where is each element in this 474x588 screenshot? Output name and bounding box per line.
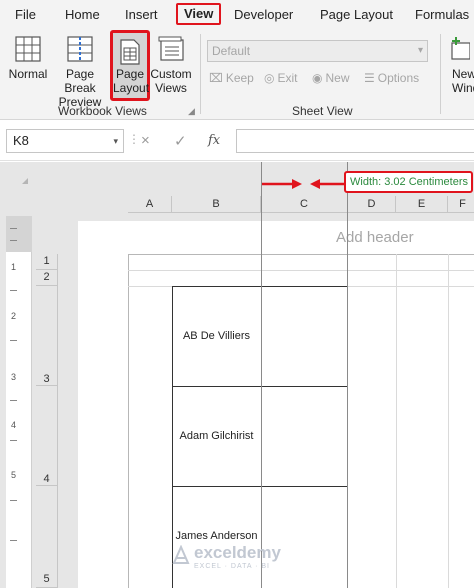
ruler-number: 1 [11, 262, 17, 272]
tab-view[interactable]: View [176, 3, 222, 25]
formula-input[interactable] [236, 129, 474, 153]
ruler-tick [10, 440, 17, 441]
ruler-number: 4 [11, 420, 17, 430]
page-break-preview-button[interactable]: Page Break Preview [51, 30, 109, 109]
column-header-d[interactable]: D [348, 196, 396, 213]
new-window-label: New Windo [452, 67, 474, 95]
tab-home[interactable]: Home [65, 0, 100, 30]
cell-b4-value: Adam Gilchirist [179, 430, 254, 442]
sheet-view-select[interactable]: Default ▾ [207, 40, 428, 62]
tab-page-layout[interactable]: Page Layout [320, 0, 393, 30]
ruler-number: 3 [11, 372, 17, 382]
column-header-c[interactable]: C [261, 196, 348, 213]
chevron-down-icon: ▾ [113, 136, 118, 146]
enter-icon[interactable]: ✓ [174, 132, 187, 150]
column-header-b[interactable]: B [172, 196, 261, 213]
exit-label: Exit [277, 71, 298, 85]
insert-function-icon[interactable]: fx [208, 133, 220, 148]
cell-c3[interactable] [261, 286, 348, 387]
page-break-preview-icon [66, 35, 94, 68]
group-separator [200, 34, 201, 114]
formula-bar: K8 ▾ ⋮ × ✓ fx [0, 121, 474, 161]
page-break-preview-label: Page Break Preview [58, 67, 102, 109]
ruler-margin-shade [6, 216, 32, 252]
custom-views-label: Custom Views [150, 67, 192, 95]
ribbon: Normal Page Break Preview Page Layout Cu… [0, 30, 474, 120]
custom-views-icon [157, 35, 185, 68]
row-header-2[interactable]: 2 [36, 270, 58, 286]
gridline [448, 254, 449, 588]
cell-c5[interactable] [261, 486, 348, 588]
ruler-tick [10, 228, 17, 229]
page-layout-button[interactable]: Page Layout [110, 30, 150, 101]
vertical-ruler [6, 216, 32, 588]
ruler-number: 5 [11, 470, 17, 480]
ribbon-tab-bar: File Home Insert View Developer Page Lay… [0, 0, 474, 30]
exit-icon: ◎ [264, 71, 275, 85]
column-resize-guide [347, 162, 348, 588]
chevron-down-icon: ▾ [417, 45, 423, 56]
cell-b5-value: James Anderson [175, 530, 258, 542]
cell-b3-value: AB De Villiers [182, 330, 251, 342]
keep-icon: ⌧ [209, 71, 223, 85]
row-header-1[interactable]: 1 [36, 254, 58, 270]
drag-arrows-icon [262, 179, 344, 189]
exit-button[interactable]: ◎ Exit [264, 71, 298, 85]
keep-button[interactable]: ⌧ Keep [209, 71, 254, 85]
new-window-button[interactable]: New Windo [444, 30, 474, 98]
ruler-number: 2 [11, 311, 17, 321]
keep-label: Keep [225, 71, 254, 85]
page-layout-label: Page Layout [113, 67, 150, 95]
sheet-view-group-label: Sheet View [292, 104, 353, 118]
new-view-label: New [325, 71, 350, 85]
tab-insert[interactable]: Insert [125, 0, 158, 30]
column-header-f[interactable]: F [448, 196, 474, 213]
gridline [128, 270, 474, 271]
column-header-e[interactable]: E [396, 196, 448, 213]
select-all-button[interactable] [22, 178, 28, 184]
tab-file[interactable]: File [15, 0, 36, 30]
normal-view-button[interactable]: Normal [6, 30, 50, 98]
options-button[interactable]: ☰ Options [364, 71, 419, 85]
ruler-tick [10, 400, 17, 401]
watermark-name: exceldemy [194, 543, 281, 562]
new-view-button[interactable]: ◉ New [312, 71, 350, 85]
workbook-views-launcher-icon[interactable]: ◢ [188, 106, 195, 117]
ruler-tick [10, 240, 17, 241]
name-box-value: K8 [13, 133, 29, 148]
row-header-4[interactable]: 4 [36, 386, 58, 486]
normal-view-label: Normal [8, 67, 48, 81]
tab-formulas[interactable]: Formulas [415, 0, 469, 30]
ruler-tick [10, 290, 17, 291]
new-view-icon: ◉ [312, 71, 323, 85]
options-icon: ☰ [364, 71, 375, 85]
column-header-a[interactable]: A [128, 196, 172, 213]
cell-c4[interactable] [261, 386, 348, 487]
ruler-tick [10, 340, 17, 341]
row-header-3[interactable]: 3 [36, 286, 58, 386]
group-separator [440, 34, 441, 114]
ruler-tick [10, 540, 17, 541]
tab-developer[interactable]: Developer [234, 0, 293, 30]
exceldemy-logo-icon [172, 545, 190, 564]
ruler-tick [10, 500, 17, 501]
normal-view-icon [14, 35, 42, 68]
sheet-view-select-value: Default [212, 44, 251, 58]
row-header-5[interactable]: 5 [36, 486, 58, 588]
cancel-icon[interactable]: × [141, 132, 150, 149]
workbook-views-group-label: Workbook Views [58, 104, 147, 118]
watermark-tagline: EXCEL · DATA · BI [194, 563, 270, 570]
custom-views-button[interactable]: Custom Views [150, 30, 192, 98]
name-box[interactable]: K8 ▾ [6, 129, 124, 153]
formula-bar-grip-icon: ⋮ [128, 132, 140, 146]
options-label: Options [377, 71, 420, 85]
column-resize-guide [261, 162, 262, 588]
new-window-icon [446, 35, 471, 68]
gridline [396, 254, 397, 588]
column-width-tooltip: Width: 3.02 Centimeters [344, 171, 473, 193]
